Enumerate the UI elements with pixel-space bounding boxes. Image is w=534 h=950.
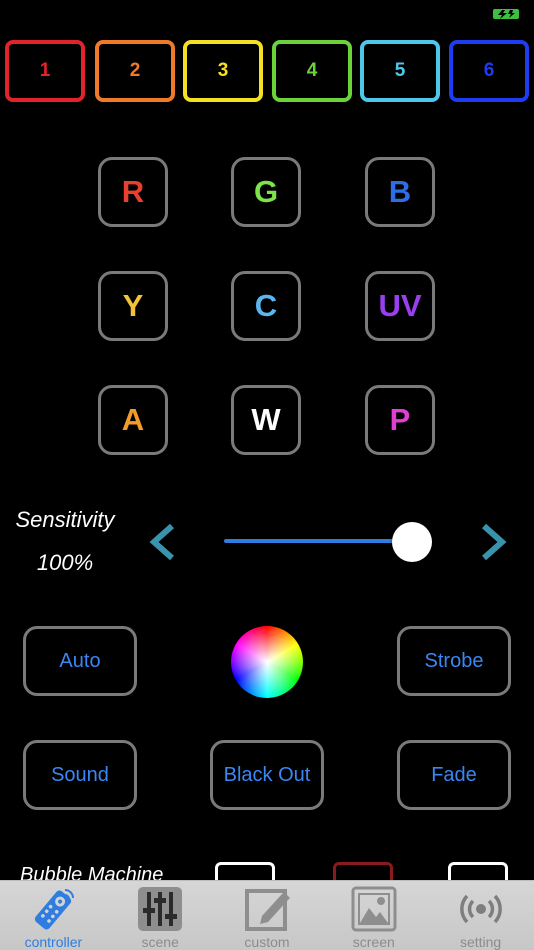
fade-label: Fade [431, 763, 477, 786]
tab-controller[interactable]: controller [0, 881, 107, 950]
color-button-a[interactable]: A [98, 385, 168, 455]
zone-label: 2 [129, 60, 141, 81]
battery-charging-icon [493, 9, 519, 19]
tab-setting-label: setting [459, 934, 502, 950]
color-label: UV [378, 288, 422, 323]
chevron-left-icon[interactable] [144, 520, 184, 564]
color-button-c[interactable]: C [231, 271, 301, 341]
sensitivity-value: 100% [36, 550, 94, 575]
tab-setting[interactable]: setting [427, 881, 534, 950]
color-button-r[interactable]: R [98, 157, 168, 227]
tab-bar: controller scene custom screen setting [0, 880, 534, 950]
color-label: A [121, 402, 145, 437]
broadcast-icon [459, 894, 502, 924]
tab-scene-label: scene [141, 934, 179, 950]
tab-scene[interactable]: scene [107, 881, 214, 950]
strobe-button[interactable]: Strobe [397, 626, 511, 696]
tab-custom[interactable]: custom [214, 881, 321, 950]
color-button-p[interactable]: P [365, 385, 435, 455]
zone-label: 3 [217, 60, 229, 81]
tab-screen-label: screen [352, 934, 395, 950]
tab-controller-label: controller [24, 934, 83, 950]
blackout-button[interactable]: Black Out [210, 740, 324, 810]
remote-icon [35, 889, 75, 930]
zone-label: 5 [394, 60, 406, 81]
color-wheel[interactable] [231, 626, 303, 698]
auto-button[interactable]: Auto [23, 626, 137, 696]
auto-label: Auto [59, 649, 101, 672]
sensitivity-slider-track[interactable] [224, 539, 414, 543]
sensitivity-label: Sensitivity [15, 507, 115, 532]
edit-icon [244, 889, 290, 931]
fade-button[interactable]: Fade [397, 740, 511, 810]
color-button-w[interactable]: W [231, 385, 301, 455]
zone-button-2[interactable]: 2 [95, 40, 175, 102]
color-label: P [389, 402, 411, 437]
blackout-label: Black Out [223, 763, 311, 786]
color-label: G [253, 174, 279, 209]
zone-label: 1 [39, 60, 51, 81]
color-label: Y [122, 288, 144, 323]
zone-button-3[interactable]: 3 [183, 40, 263, 102]
zone-button-6[interactable]: 6 [449, 40, 529, 102]
color-label: B [388, 174, 412, 209]
color-button-g[interactable]: G [231, 157, 301, 227]
zone-button-4[interactable]: 4 [272, 40, 352, 102]
picture-icon [351, 886, 397, 932]
color-button-y[interactable]: Y [98, 271, 168, 341]
strobe-label: Strobe [424, 649, 484, 672]
tab-custom-label: custom [244, 934, 290, 950]
sensitivity-slider-thumb[interactable] [392, 522, 432, 562]
sound-button[interactable]: Sound [23, 740, 137, 810]
color-label: W [251, 402, 281, 437]
zone-button-1[interactable]: 1 [5, 40, 85, 102]
color-label: R [121, 174, 145, 209]
color-label: C [254, 288, 278, 323]
chevron-right-icon[interactable] [472, 520, 512, 564]
zone-label: 6 [483, 60, 495, 81]
sliders-icon [138, 887, 183, 931]
tab-screen[interactable]: screen [320, 881, 427, 950]
sound-label: Sound [51, 763, 109, 786]
zone-button-5[interactable]: 5 [360, 40, 440, 102]
color-button-uv[interactable]: UV [365, 271, 435, 341]
zone-label: 4 [306, 60, 318, 81]
color-button-b[interactable]: B [365, 157, 435, 227]
